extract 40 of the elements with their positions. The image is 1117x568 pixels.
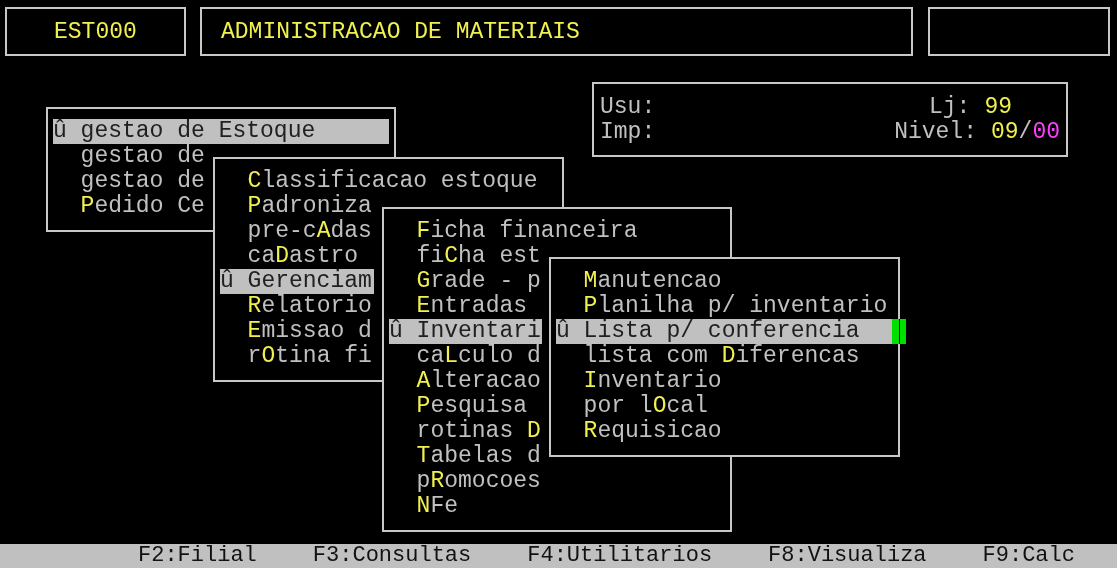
level-label: Nivel: [894,120,977,145]
function-key[interactable]: F2:Filial [138,544,257,568]
menu-item[interactable]: Manutencao [556,269,892,294]
screen-title: ADMINISTRACAO DE MATERIAIS [221,18,580,45]
printer-label: Imp: [600,120,656,145]
menu-item[interactable]: Padroniza [220,194,374,219]
menu-item[interactable]: Requisicao [556,419,892,444]
menu-item[interactable]: Emissao d [220,319,374,344]
menu-item[interactable]: û gestao de Estoque [53,119,389,144]
menu-item[interactable]: Relatorio [220,294,374,319]
store-label: Lj: [928,95,971,120]
menu-item[interactable]: û Inventari [389,319,542,344]
program-code: EST000 [54,18,137,45]
menu-item[interactable]: NFe [389,494,542,519]
menu-item[interactable]: Pesquisa [389,394,542,419]
menu-item[interactable]: rOtina fi [220,344,374,369]
menu-item[interactable]: Alteracao [389,369,542,394]
menu-item[interactable]: û Gerenciam [220,269,374,294]
menu-item[interactable]: por lOcal [556,394,892,419]
function-key[interactable]: F3:Consultas [312,544,472,568]
function-key[interactable]: F8:Visualiza [768,544,927,568]
menu-item[interactable]: Planilha p/ inventario [556,294,892,319]
level-value: 09/00 [990,120,1060,145]
menu-item[interactable]: caLculo d [389,344,542,369]
function-key[interactable]: F9:Calc [982,544,1075,568]
menu-item[interactable]: rotinas D [389,419,542,444]
store-value: 99 [984,95,1012,120]
menu-item[interactable]: pRomocoes [389,469,542,494]
user-label: Usu: [600,95,656,120]
menu-item[interactable]: caDastro [220,244,374,269]
function-key[interactable]: F4:Utilitarios [527,544,713,568]
menu-item[interactable]: Inventario [556,369,892,394]
menu-item[interactable]: Ficha financeira [389,219,638,244]
menu-item[interactable]: Grade - p [389,269,542,294]
menu-item[interactable]: Tabelas d [389,444,542,469]
menu-item[interactable]: Entradas [389,294,542,319]
menu-item[interactable]: lista com Diferencas [556,344,892,369]
menu-item[interactable]: Classificacao estoque [220,169,538,194]
menu-item[interactable]: pre-cAdas [220,219,374,244]
menu-item[interactable]: fiCha est [389,244,542,269]
